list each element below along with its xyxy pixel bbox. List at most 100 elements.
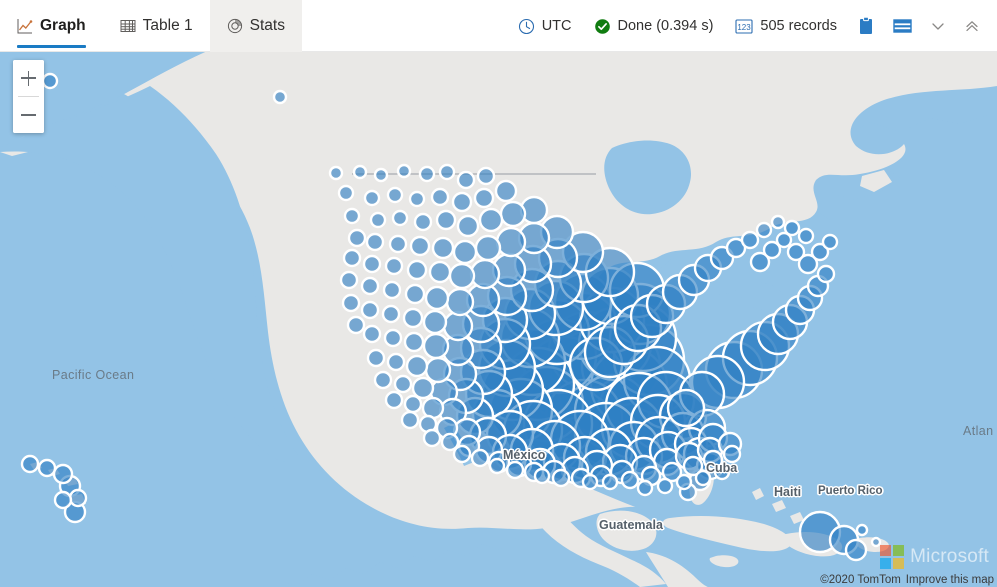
map-bubble-marker[interactable] — [362, 324, 382, 344]
map-bubble-marker[interactable] — [408, 190, 426, 208]
map-bubble-marker[interactable] — [421, 396, 445, 420]
map-bubble-marker[interactable] — [495, 226, 527, 258]
map-bubble-marker[interactable] — [383, 328, 403, 348]
map-bubble-marker[interactable] — [363, 189, 381, 207]
map-bubble-marker[interactable] — [469, 258, 501, 290]
map-bubble-marker[interactable] — [409, 235, 431, 257]
map-bubble-marker[interactable] — [581, 473, 599, 491]
map-bubble-marker[interactable] — [373, 167, 389, 183]
map-bubble-marker[interactable] — [386, 352, 406, 372]
map-bubble-marker[interactable] — [402, 307, 424, 329]
map-bubble-marker[interactable] — [346, 315, 366, 335]
map-bubble-marker[interactable] — [470, 448, 490, 468]
map-bubble-marker[interactable] — [381, 304, 401, 324]
more-options-button[interactable] — [921, 0, 955, 52]
map-bubble-marker[interactable] — [272, 89, 288, 105]
map-bubble-marker[interactable] — [601, 473, 619, 491]
map-bubble-marker[interactable] — [396, 163, 412, 179]
map-bubble-marker[interactable] — [431, 236, 455, 260]
map-bubble-marker[interactable] — [393, 374, 413, 394]
map-visualization[interactable]: Pacific Ocean Atlan México Cuba Guatemal… — [0, 52, 997, 587]
map-bubble-marker[interactable] — [505, 460, 525, 480]
map-bubble-marker[interactable] — [442, 310, 474, 342]
map-bubble-marker[interactable] — [37, 458, 57, 478]
map-bubble-marker[interactable] — [403, 394, 423, 414]
map-bubble-marker[interactable] — [406, 259, 428, 281]
map-bubble-marker[interactable] — [855, 523, 869, 537]
map-bubble-marker[interactable] — [424, 285, 450, 311]
map-bubble-marker[interactable] — [328, 165, 344, 181]
map-bubble-marker[interactable] — [347, 228, 367, 248]
map-bubble-marker[interactable] — [52, 463, 74, 485]
map-bubble-marker[interactable] — [428, 260, 452, 284]
map-bubble-marker[interactable] — [365, 232, 385, 252]
map-bubble-marker[interactable] — [435, 209, 457, 231]
map-bubble-marker[interactable] — [343, 207, 361, 225]
map-bubble-marker[interactable] — [403, 331, 425, 353]
map-bubble-marker[interactable] — [448, 262, 476, 290]
map-bubble-marker[interactable] — [476, 166, 496, 186]
map-bubble-marker[interactable] — [770, 214, 786, 230]
map-bubble-marker[interactable] — [424, 356, 452, 384]
map-bubble-marker[interactable] — [352, 164, 368, 180]
map-bubble-marker[interactable] — [456, 214, 480, 238]
map-bubble-marker[interactable] — [384, 390, 404, 410]
map-bubble-marker[interactable] — [411, 376, 435, 400]
tab-table-1[interactable]: Table 1 — [103, 0, 210, 52]
map-bubble-marker[interactable] — [342, 248, 362, 268]
map-bubble-marker[interactable] — [430, 187, 450, 207]
map-bubble-marker[interactable] — [620, 470, 640, 490]
map-bubble-marker[interactable] — [821, 233, 839, 251]
map-bubble-marker[interactable] — [339, 270, 359, 290]
map-bubble-marker[interactable] — [870, 536, 882, 548]
map-bubble-marker[interactable] — [438, 163, 456, 181]
map-bubble-marker[interactable] — [405, 354, 429, 378]
map-bubble-marker[interactable] — [362, 254, 382, 274]
map-bubble-marker[interactable] — [20, 454, 40, 474]
zoom-in-button[interactable] — [13, 60, 44, 96]
map-bubble-marker[interactable] — [404, 283, 426, 305]
map-bubble-marker[interactable] — [388, 234, 408, 254]
map-bubble-marker[interactable] — [755, 221, 773, 239]
tab-graph[interactable]: Graph — [0, 0, 103, 52]
map-bubble-marker[interactable] — [786, 242, 806, 262]
map-bubble-marker[interactable] — [445, 287, 475, 317]
map-bubble-marker[interactable] — [499, 200, 527, 228]
map-bubble-marker[interactable] — [636, 479, 654, 497]
map-bubble-marker[interactable] — [341, 293, 361, 313]
map-bubble-marker[interactable] — [452, 239, 478, 265]
map-bubble-marker[interactable] — [488, 457, 506, 475]
map-bubble-marker[interactable] — [722, 444, 742, 464]
map-bubble-marker[interactable] — [400, 410, 420, 430]
collapse-panel-button[interactable] — [955, 0, 989, 52]
map-bubble-marker[interactable] — [666, 388, 706, 428]
map-bubble-marker[interactable] — [783, 219, 801, 237]
map-bubble-marker[interactable] — [41, 72, 59, 90]
copy-to-clipboard-button[interactable] — [848, 0, 884, 52]
map-bubble-marker[interactable] — [478, 207, 504, 233]
map-bubble-marker[interactable] — [551, 468, 571, 488]
table-layout-button[interactable] — [884, 0, 921, 52]
map-bubble-marker[interactable] — [418, 165, 436, 183]
map-bubble-marker[interactable] — [413, 212, 433, 232]
map-bubble-marker[interactable] — [451, 191, 473, 213]
map-bubble-marker[interactable] — [386, 186, 404, 204]
map-bubble-marker[interactable] — [474, 234, 502, 262]
map-bubble-marker[interactable] — [369, 211, 387, 229]
map-bubble-marker[interactable] — [422, 428, 442, 448]
map-bubble-marker[interactable] — [713, 463, 731, 481]
map-bubble-marker[interactable] — [797, 227, 815, 245]
map-bubble-marker[interactable] — [844, 538, 868, 562]
map-bubble-marker[interactable] — [337, 184, 355, 202]
map-bubble-marker[interactable] — [452, 444, 472, 464]
map-bubble-marker[interactable] — [360, 300, 380, 320]
map-bubble-marker[interactable] — [533, 467, 551, 485]
map-bubble-marker[interactable] — [373, 370, 393, 390]
bubble-data-layer[interactable] — [0, 52, 997, 587]
map-bubble-marker[interactable] — [656, 477, 674, 495]
map-bubble-marker[interactable] — [740, 230, 760, 250]
map-bubble-marker[interactable] — [382, 280, 402, 300]
map-bubble-marker[interactable] — [360, 276, 380, 296]
map-bubble-marker[interactable] — [391, 209, 409, 227]
map-bubble-marker[interactable] — [456, 170, 476, 190]
